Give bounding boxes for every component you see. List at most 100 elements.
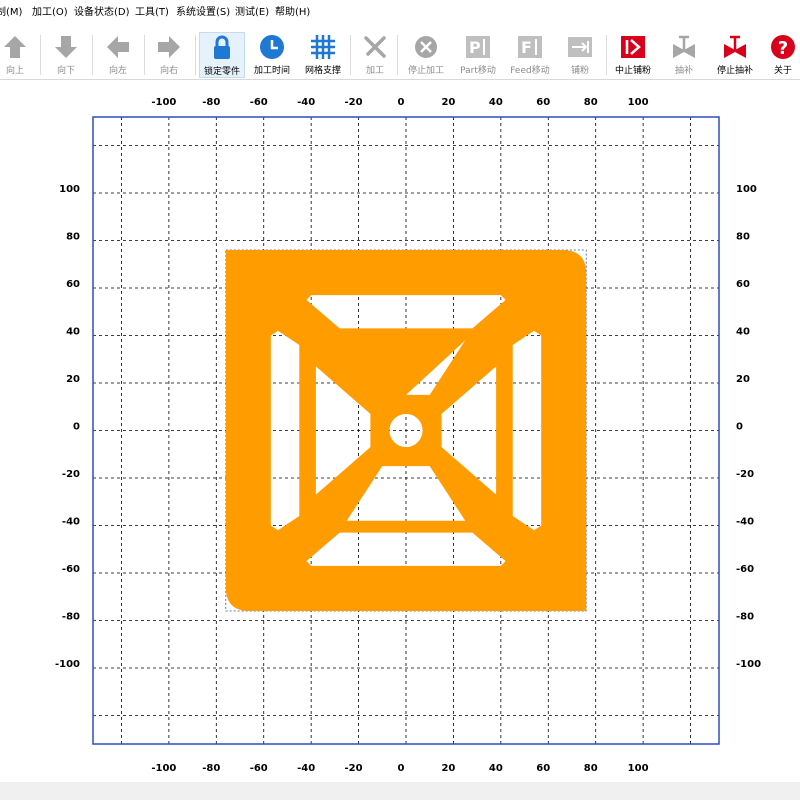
x-tick-label: 60 xyxy=(536,763,550,774)
menu-item[interactable]: 系统设置(S) xyxy=(176,3,230,18)
y-tick-label: 40 xyxy=(66,327,80,338)
spread-powder-button[interactable]: 铺粉 xyxy=(560,32,600,78)
x-axis-top: -100 -80 -60 -40 -20 0 20 40 60 80 100 xyxy=(151,97,648,108)
move-down-button[interactable]: 向下 xyxy=(48,32,84,78)
y-tick-label: -60 xyxy=(736,564,754,575)
arrow-up-icon xyxy=(4,36,26,58)
arrow-left-icon xyxy=(107,36,129,58)
x-tick-label: -60 xyxy=(250,763,268,774)
menu-item[interactable]: 加工(O) xyxy=(32,3,68,18)
y-tick-label: -100 xyxy=(736,659,761,670)
menu-bar: 制(M) 加工(O) 设备状态(D) 工具(T) 系统设置(S) 测试(E) 帮… xyxy=(0,0,800,18)
svg-text:F: F xyxy=(521,38,532,57)
button-label: 向左 xyxy=(108,66,127,76)
y-tick-label: 20 xyxy=(66,374,80,385)
menu-item[interactable]: 制(M) xyxy=(0,3,22,18)
process-button[interactable]: 加工 xyxy=(357,32,393,78)
x-tick-label: -20 xyxy=(345,97,363,108)
stop-circle-icon xyxy=(415,36,437,58)
button-label: 向上 xyxy=(5,66,24,76)
y-tick-label: 100 xyxy=(59,184,80,195)
x-tick-label: -20 xyxy=(345,763,363,774)
grid-lines xyxy=(93,117,719,744)
stop-pump-button[interactable]: 停止抽补 xyxy=(712,32,758,78)
button-label: 向右 xyxy=(159,66,178,76)
x-tick-label: -40 xyxy=(297,763,315,774)
button-label: 停止抽补 xyxy=(716,66,753,76)
svg-text:P: P xyxy=(469,38,481,57)
button-label: 中止铺粉 xyxy=(614,66,651,76)
about-button[interactable]: ? 关于 xyxy=(766,32,800,78)
y-tick-label: -60 xyxy=(62,564,80,575)
build-plate-canvas[interactable]: -100 -80 -60 -40 -20 0 20 40 60 80 100 -100 -80 -60-… xyxy=(0,80,800,780)
abort-spread-icon xyxy=(621,36,645,58)
part-move-button[interactable]: P Part移动 xyxy=(455,32,501,78)
y-axis-left: 100 80 60 40 20 0 -20 -40 -60 -80 -100 xyxy=(55,184,80,670)
feed-move-icon: F xyxy=(518,36,542,58)
button-label: 锁定零件 xyxy=(203,67,240,77)
move-right-button[interactable]: 向右 xyxy=(151,32,187,78)
y-tick-label: 60 xyxy=(66,279,80,290)
lock-part-button[interactable]: 锁定零件 xyxy=(199,32,245,78)
y-tick-label: -40 xyxy=(736,517,754,528)
y-tick-label: 40 xyxy=(736,327,750,338)
valve-icon xyxy=(673,35,695,58)
x-tick-label: 0 xyxy=(398,763,405,774)
move-left-button[interactable]: 向左 xyxy=(100,32,136,78)
button-label: 关于 xyxy=(773,66,792,76)
y-tick-label: 0 xyxy=(73,422,80,433)
x-tick-label: 100 xyxy=(628,763,649,774)
y-tick-label: 80 xyxy=(736,232,750,243)
x-tick-label: 40 xyxy=(489,97,503,108)
x-tick-label: 80 xyxy=(584,97,598,108)
y-axis-right: 100 80 60 40 20 0 -20 -40 -60 -80 -100 xyxy=(736,184,761,670)
x-tick-label: 20 xyxy=(441,763,455,774)
arrow-right-icon xyxy=(158,36,180,58)
x-tick-label: 0 xyxy=(398,97,405,108)
spread-powder-icon xyxy=(568,37,592,57)
menu-item[interactable]: 测试(E) xyxy=(235,3,269,18)
x-tick-label: 40 xyxy=(489,763,503,774)
x-tick-label: 60 xyxy=(536,97,550,108)
y-tick-label: -20 xyxy=(736,469,754,480)
move-up-button[interactable]: 向上 xyxy=(0,32,30,78)
x-tick-label: 20 xyxy=(441,97,455,108)
part-move-icon: P xyxy=(466,36,490,58)
button-label: 停止加工 xyxy=(407,66,444,76)
x-tick-label: -80 xyxy=(202,763,220,774)
menu-item[interactable]: 帮助(H) xyxy=(275,3,310,18)
button-label: 抽补 xyxy=(674,66,693,76)
button-label: 铺粉 xyxy=(570,66,589,76)
menu-item[interactable]: 设备状态(D) xyxy=(74,3,130,18)
stop-process-button[interactable]: 停止加工 xyxy=(402,32,450,78)
y-tick-label: 80 xyxy=(66,232,80,243)
clock-icon xyxy=(260,35,284,59)
tools-icon xyxy=(364,36,386,58)
help-icon: ? xyxy=(771,35,795,59)
x-tick-label: -40 xyxy=(297,97,315,108)
lock-icon xyxy=(214,35,230,59)
button-label: 网格支撑 xyxy=(304,66,341,76)
y-tick-label: -80 xyxy=(62,612,80,623)
grid-support-button[interactable]: 网格支撑 xyxy=(300,32,346,78)
y-tick-label: -80 xyxy=(736,612,754,623)
x-tick-label: -80 xyxy=(202,97,220,108)
y-tick-label: -40 xyxy=(62,517,80,528)
arrow-down-icon xyxy=(55,36,77,58)
button-label: 加工时间 xyxy=(253,66,290,76)
feed-move-button[interactable]: F Feed移动 xyxy=(505,32,555,78)
y-tick-label: -100 xyxy=(55,659,80,670)
button-label: Part移动 xyxy=(460,66,496,76)
pump-button[interactable]: 抽补 xyxy=(664,32,704,78)
x-tick-label: -60 xyxy=(250,97,268,108)
x-tick-label: -100 xyxy=(151,97,176,108)
button-label: 向下 xyxy=(56,66,75,76)
svg-text:?: ? xyxy=(778,38,788,59)
y-tick-label: 100 xyxy=(736,184,757,195)
abort-spread-button[interactable]: 中止铺粉 xyxy=(610,32,656,78)
menu-item[interactable]: 工具(T) xyxy=(135,3,169,18)
grid-icon xyxy=(311,35,335,59)
y-tick-label: 20 xyxy=(736,374,750,385)
process-time-button[interactable]: 加工时间 xyxy=(249,32,295,78)
x-tick-label: 100 xyxy=(628,97,649,108)
